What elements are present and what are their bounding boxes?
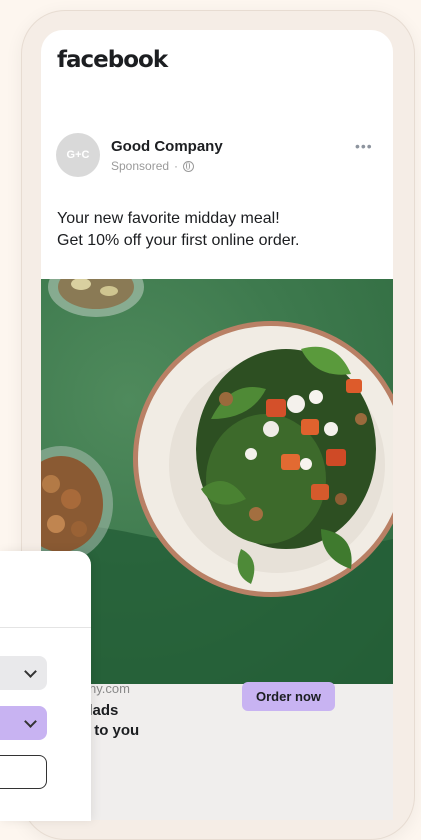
panel-dropdown-1[interactable] [0,656,47,690]
post-text: Your new favorite midday meal! Get 10% o… [57,208,377,252]
page-avatar[interactable]: G+C [56,133,100,177]
sponsored-label: Sponsored [111,159,170,173]
more-dots-icon[interactable]: ••• [355,138,373,154]
panel-divider [0,627,91,628]
sponsored-row: Sponsored · [111,159,195,173]
post-text-line-2: Get 10% off your first online order. [57,232,300,249]
panel-text-input[interactable] [0,755,47,789]
salad-photo-illustration [41,279,393,684]
facebook-logo: facebook [57,47,168,73]
chevron-down-icon [24,664,37,678]
salad-ad-image[interactable] [41,279,393,684]
post-text-line-1: Your new favorite midday meal! [57,210,280,227]
separator-dot: · [174,159,179,173]
avatar-initials: G+C [66,149,90,161]
chevron-down-icon [24,714,37,728]
globe-icon [183,160,195,172]
order-now-button[interactable]: Order now [242,682,335,711]
panel-dropdown-2[interactable] [0,706,47,740]
page-name-link[interactable]: Good Company [111,138,223,155]
